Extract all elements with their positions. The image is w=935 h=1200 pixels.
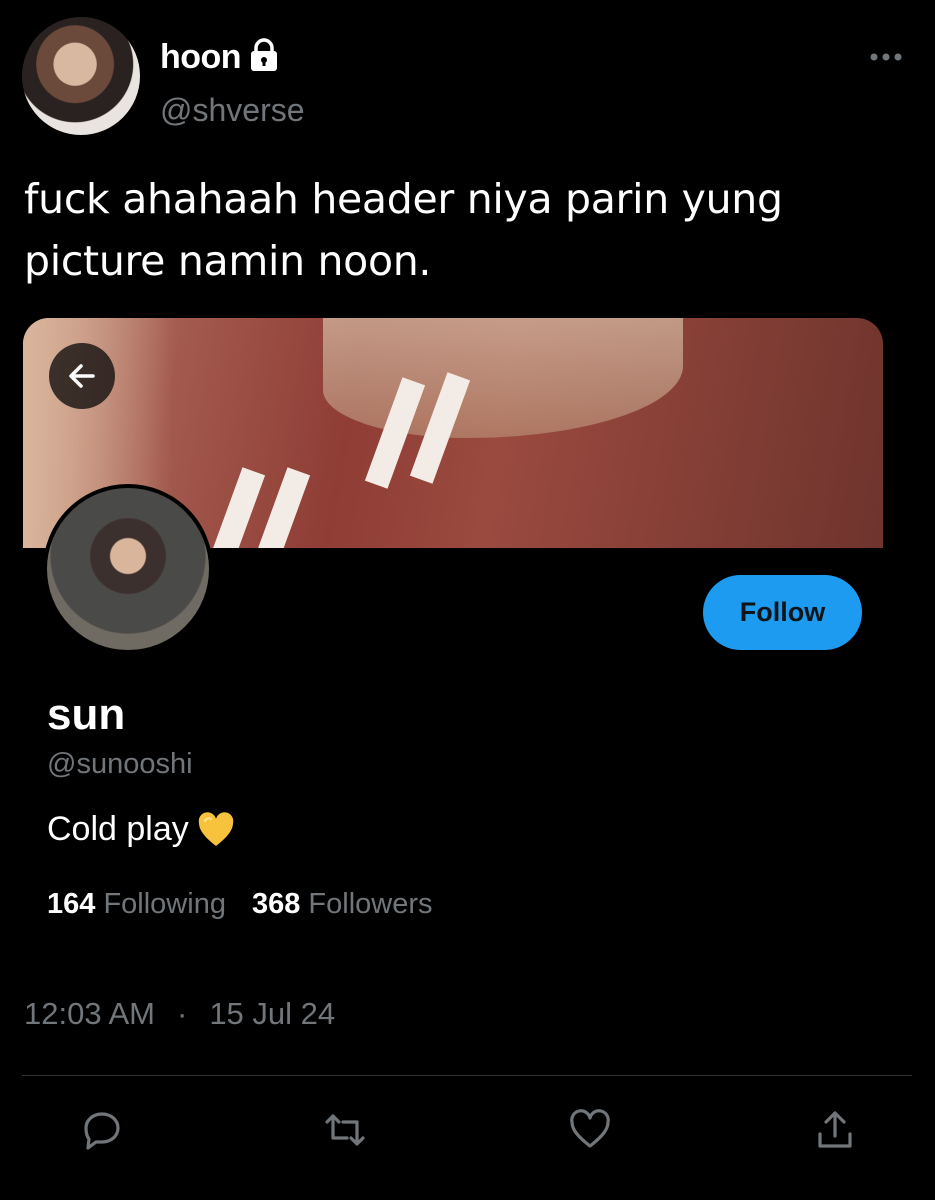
share-button[interactable]: [811, 1106, 859, 1154]
author-avatar[interactable]: [22, 17, 140, 135]
reply-icon: [84, 1112, 120, 1150]
author-handle[interactable]: @shverse: [160, 92, 305, 129]
lock-icon: [251, 38, 277, 71]
banner-stripe: [204, 467, 266, 548]
like-button[interactable]: [566, 1106, 614, 1154]
following-label: Following: [103, 888, 226, 920]
followers-label: Followers: [308, 888, 433, 920]
follow-button[interactable]: Follow: [703, 575, 862, 650]
back-button[interactable]: [49, 343, 115, 409]
retweet-icon: [325, 1114, 365, 1146]
action-divider: [22, 1075, 912, 1076]
timestamp-separator: ·: [176, 996, 188, 1031]
tweet-time: 12:03 AM: [24, 996, 155, 1031]
author-name[interactable]: hoon: [160, 38, 242, 77]
followers-stat[interactable]: 368 Followers: [252, 888, 433, 921]
followers-count: 368: [251, 888, 301, 920]
tweet-text: fuck ahahaah header niya parin yung pict…: [24, 175, 783, 285]
profile-name: sun: [47, 690, 126, 739]
share-icon: [818, 1111, 852, 1148]
following-count: 164: [47, 888, 96, 920]
profile-bio-text: Cold play: [47, 810, 189, 848]
profile-stats: 164 Following 368 Followers: [47, 888, 433, 921]
tweet-timestamp[interactable]: 12:03 AM · 15 Jul 24: [24, 996, 335, 1032]
profile-bio: Cold play: [47, 810, 235, 849]
profile-handle: @sunooshi: [47, 748, 193, 780]
yellow-heart-icon: [198, 811, 233, 846]
banner-fold: [323, 318, 683, 438]
retweet-button[interactable]: [321, 1106, 369, 1154]
like-icon: [570, 1109, 610, 1148]
following-stat[interactable]: 164 Following: [47, 888, 226, 921]
reply-button[interactable]: [78, 1106, 126, 1154]
back-arrow-icon: [69, 364, 95, 388]
more-options-icon[interactable]: [868, 45, 904, 69]
profile-avatar[interactable]: [43, 484, 213, 654]
tweet-date: 15 Jul 24: [209, 996, 336, 1031]
